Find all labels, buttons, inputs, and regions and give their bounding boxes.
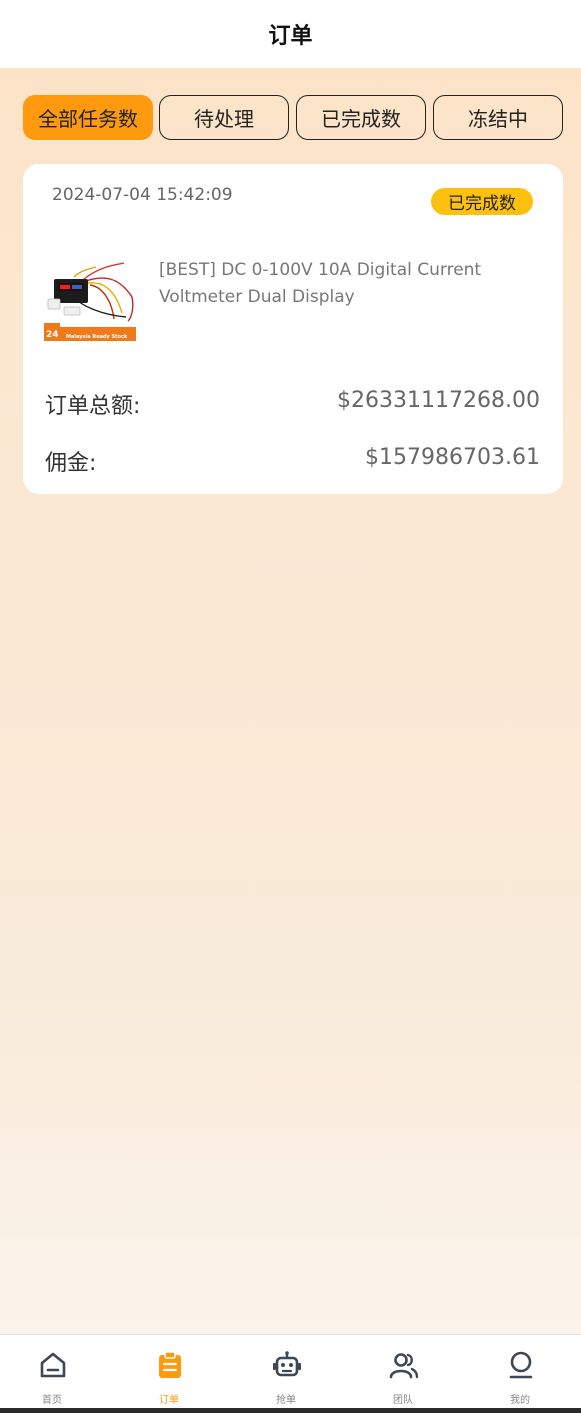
order-date: 2024-07-04 15:42:09 — [52, 185, 233, 205]
order-total-label: 订单总额: — [45, 394, 141, 419]
nav-team-label: 团队 — [393, 1395, 413, 1406]
nav-orders-label: 订单 — [159, 1395, 179, 1406]
profile-icon — [509, 1351, 533, 1379]
commission-value: $157986703.61 — [365, 445, 540, 470]
tab-all-tasks[interactable]: 全部任务数 — [23, 95, 153, 140]
page-title: 订单 — [268, 24, 313, 49]
nav-home-label: 首页 — [42, 1395, 62, 1406]
tab-frozen[interactable]: 冻结中 — [433, 95, 563, 140]
image-banner-text: Malaysia Ready Stock — [66, 334, 128, 340]
order-card[interactable]: 2024-07-04 15:42:09 已完成数 24 Malaysia Rea… — [23, 164, 563, 494]
robot-icon — [273, 1351, 301, 1377]
image-badge-number: 24 — [46, 330, 59, 340]
product-image: 24 Malaysia Ready Stock — [44, 257, 136, 349]
home-icon — [40, 1352, 66, 1378]
team-icon — [389, 1353, 419, 1379]
tab-completed[interactable]: 已完成数 — [296, 95, 426, 140]
nav-team[interactable]: 团队 — [345, 1335, 461, 1409]
status-badge: 已完成数 — [431, 188, 533, 215]
nav-profile-label: 我的 — [510, 1395, 530, 1406]
commission-label: 佣金: — [45, 451, 97, 476]
order-total-value: $26331117268.00 — [337, 388, 540, 413]
product-name[interactable]: [BEST] DC 0-100V 10A Digital Current Vol… — [159, 257, 539, 311]
bottom-nav: 首页 订单 抢单 团队 我的 — [0, 1334, 581, 1413]
nav-home[interactable]: 首页 — [0, 1335, 110, 1409]
clipboard-icon — [159, 1351, 181, 1378]
nav-profile[interactable]: 我的 — [462, 1335, 578, 1409]
nav-grab-order-label: 抢单 — [276, 1395, 296, 1406]
nav-orders[interactable]: 订单 — [111, 1335, 227, 1409]
order-filter-tabs: 全部任务数 待处理 已完成数 冻结中 — [23, 95, 563, 140]
tab-pending[interactable]: 待处理 — [159, 95, 289, 140]
nav-grab-order[interactable]: 抢单 — [228, 1335, 344, 1409]
top-header: 订单 — [0, 0, 581, 68]
home-indicator-bar — [0, 1408, 581, 1413]
